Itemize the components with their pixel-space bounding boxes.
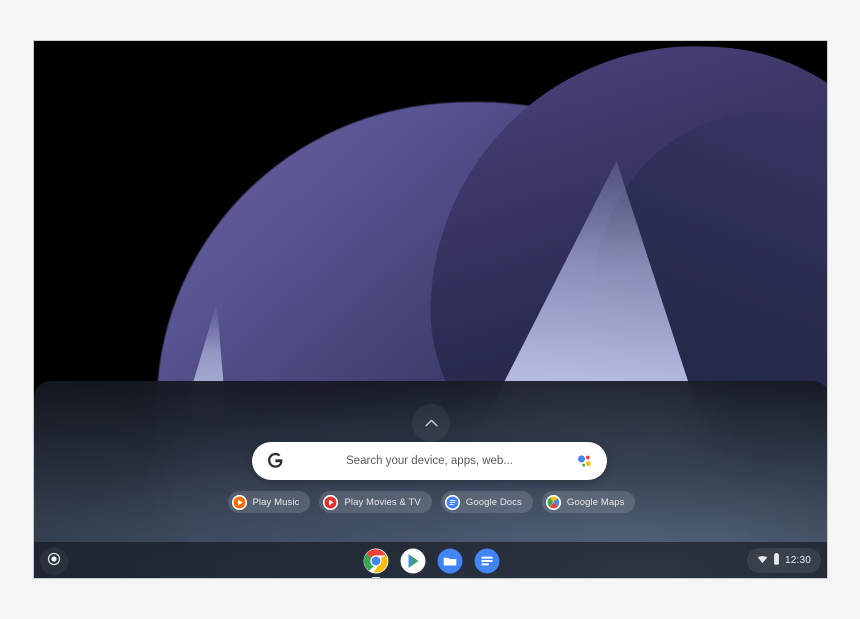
- shelf-app-play-store[interactable]: [400, 548, 426, 574]
- chip-google-docs[interactable]: Google Docs: [440, 491, 533, 513]
- chip-label: Google Maps: [566, 496, 625, 508]
- play-store-icon: [400, 548, 426, 574]
- shelf-app-chrome[interactable]: [363, 548, 389, 578]
- wifi-icon: [757, 552, 768, 570]
- suggestion-chips: Play Music Play Movies & TV Google Docs …: [34, 491, 827, 513]
- shelf-app-files[interactable]: [437, 548, 463, 574]
- google-assistant-icon[interactable]: [574, 451, 594, 471]
- chip-label: Play Music: [252, 496, 300, 508]
- shelf: 12:30: [34, 542, 827, 578]
- app-active-indicator: [372, 577, 380, 578]
- battery-icon: [773, 552, 780, 570]
- app-launcher-panel: Play Music Play Movies & TV: [34, 381, 827, 578]
- play-music-icon: [231, 494, 247, 510]
- chip-play-movies[interactable]: Play Movies & TV: [319, 491, 432, 513]
- chip-google-maps[interactable]: Google Maps: [541, 491, 636, 513]
- google-docs-icon: [444, 494, 460, 510]
- shelf-app-docs[interactable]: [474, 548, 500, 574]
- chip-play-music[interactable]: Play Music: [227, 491, 311, 513]
- device-screen: Play Music Play Movies & TV: [33, 40, 828, 579]
- launcher-search-bar[interactable]: [252, 442, 607, 480]
- status-clock: 12:30: [784, 555, 811, 566]
- chip-label: Play Movies & TV: [344, 496, 421, 508]
- chip-label: Google Docs: [465, 496, 522, 508]
- play-movies-icon: [323, 494, 339, 510]
- status-area[interactable]: 12:30: [746, 548, 821, 573]
- files-folder-icon: [437, 548, 463, 574]
- docs-lines-icon: [474, 548, 500, 574]
- collapse-launcher-button[interactable]: [412, 404, 450, 442]
- google-maps-icon: [545, 494, 561, 510]
- search-input[interactable]: [285, 455, 574, 467]
- chevron-up-icon: [424, 419, 438, 427]
- google-g-icon: [265, 451, 285, 471]
- chrome-icon: [363, 548, 389, 574]
- shelf-app-list: [34, 542, 827, 578]
